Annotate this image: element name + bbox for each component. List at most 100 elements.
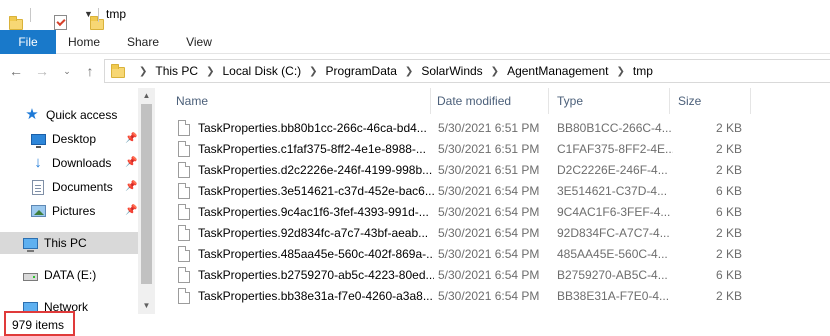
forward-arrow-icon[interactable]: → [32, 61, 52, 81]
scroll-up-icon[interactable]: ▲ [138, 88, 155, 104]
breadcrumb-chevron-icon[interactable]: ❯ [206, 66, 214, 77]
new-folder-icon[interactable] [90, 15, 104, 30]
pin-icon[interactable]: 📌 [125, 181, 137, 192]
file-date-modified: 5/30/2021 6:51 PM [438, 142, 540, 156]
sidebar-item-label: Pictures [52, 204, 96, 218]
sidebar-item-label: This PC [44, 236, 87, 250]
table-row[interactable]: TaskProperties.9c4ac1f6-3fef-4393-991d-.… [160, 202, 830, 223]
sidebar-item-label: Quick access [46, 108, 118, 122]
breadcrumb-tmp[interactable]: tmp [633, 64, 653, 78]
breadcrumb-agentmanagement[interactable]: AgentManagement [507, 64, 608, 78]
file-size: 2 KB [715, 289, 742, 303]
file-icon [178, 162, 190, 178]
file-name: TaskProperties.3e514621-c37d-452e-bac6..… [198, 184, 434, 198]
table-row[interactable]: TaskProperties.d2c2226e-246f-4199-998b..… [160, 160, 830, 181]
breadcrumb-chevron-icon[interactable]: ❯ [309, 66, 317, 77]
file-size: 2 KB [715, 163, 742, 177]
scroll-down-icon[interactable]: ▼ [138, 298, 155, 314]
download-arrow-icon: ↓ [34, 154, 42, 171]
file-type: 485AA45E-560C-4... [557, 247, 668, 261]
pin-icon[interactable]: 📌 [125, 133, 137, 144]
column-divider[interactable] [548, 88, 549, 114]
file-date-modified: 5/30/2021 6:54 PM [438, 184, 540, 198]
table-row[interactable]: TaskProperties.485aa45e-560c-402f-869a-.… [160, 244, 830, 265]
file-size: 6 KB [715, 268, 742, 282]
file-size: 2 KB [715, 121, 742, 135]
breadcrumb-solarwinds[interactable]: SolarWinds [421, 64, 482, 78]
recent-locations-chevron-icon[interactable]: ⌄ [60, 61, 74, 81]
item-count: 979 items [12, 318, 65, 332]
table-row[interactable]: TaskProperties.92d834fc-a7c7-43bf-aeab..… [160, 223, 830, 244]
address-bar[interactable]: ❯ This PC ❯ Local Disk (C:) ❯ ProgramDat… [104, 59, 830, 83]
navigation-pane-scrollbar[interactable]: ▲ ▼ [138, 88, 155, 314]
sidebar-item-pictures[interactable]: Pictures [30, 200, 95, 222]
scrollbar-thumb[interactable] [141, 104, 152, 284]
column-divider[interactable] [750, 88, 751, 114]
sidebar-item-label: Documents [52, 180, 113, 194]
breadcrumb-chevron-icon[interactable]: ❯ [405, 66, 413, 77]
folder-icon[interactable] [9, 15, 23, 30]
sidebar-item-desktop[interactable]: Desktop [30, 128, 96, 150]
file-icon [178, 288, 190, 304]
table-row[interactable]: TaskProperties.b2759270-ab5c-4223-80ed..… [160, 265, 830, 286]
sidebar-item-data-drive[interactable]: DATA (E:) [22, 264, 96, 286]
file-name: TaskProperties.c1faf375-8ff2-4e1e-8988-.… [198, 142, 426, 156]
up-arrow-icon[interactable]: ↑ [80, 61, 100, 81]
navigation-pane: ★ Quick access Desktop 📌 ↓ Downloads 📌 D… [0, 88, 156, 314]
breadcrumb-this-pc[interactable]: This PC [155, 64, 198, 78]
file-icon [178, 183, 190, 199]
sidebar-item-documents[interactable]: Documents [30, 176, 113, 198]
file-name: TaskProperties.bb80b1cc-266c-46ca-bd4... [198, 121, 427, 135]
file-type: C1FAF375-8FF2-4E... [557, 142, 673, 156]
sidebar-item-quick-access[interactable]: ★ Quick access [24, 104, 117, 126]
sidebar-item-label: Downloads [52, 156, 112, 170]
sidebar-item-downloads[interactable]: ↓ Downloads [30, 152, 111, 174]
star-icon: ★ [25, 106, 39, 123]
file-type: 92D834FC-A7C7-4... [557, 226, 670, 240]
breadcrumb-programdata[interactable]: ProgramData [326, 64, 397, 78]
computer-icon [22, 235, 38, 252]
tab-share[interactable]: Share [124, 30, 162, 54]
breadcrumb-local-disk[interactable]: Local Disk (C:) [222, 64, 301, 78]
column-divider[interactable] [669, 88, 670, 114]
properties-icon[interactable] [54, 14, 67, 30]
file-type: BB80B1CC-266C-4... [557, 121, 672, 135]
file-date-modified: 5/30/2021 6:54 PM [438, 247, 540, 261]
column-header-type[interactable]: Type [557, 88, 583, 114]
column-header-size[interactable]: Size [678, 88, 701, 114]
table-row[interactable]: TaskProperties.c1faf375-8ff2-4e1e-8988-.… [160, 139, 830, 160]
ribbon-tabs: File Home Share View [0, 30, 830, 54]
table-row[interactable]: TaskProperties.bb80b1cc-266c-46ca-bd4...… [160, 118, 830, 139]
file-type: 9C4AC1F6-3FEF-4... [557, 205, 671, 219]
file-date-modified: 5/30/2021 6:51 PM [438, 163, 540, 177]
file-date-modified: 5/30/2021 6:54 PM [438, 205, 540, 219]
customize-quick-access-dropdown-icon[interactable]: ▼ [84, 9, 93, 19]
tab-view[interactable]: View [182, 30, 216, 54]
file-icon [178, 246, 190, 262]
column-header-name[interactable]: Name [176, 88, 208, 114]
breadcrumb-chevron-icon[interactable]: ❯ [616, 66, 624, 77]
file-date-modified: 5/30/2021 6:54 PM [438, 226, 540, 240]
pictures-icon [30, 203, 46, 219]
file-size: 2 KB [715, 247, 742, 261]
tab-home[interactable]: Home [64, 30, 104, 54]
table-row[interactable]: TaskProperties.bb38e31a-f7e0-4260-a3a8..… [160, 286, 830, 307]
status-bar: 979 items [0, 311, 830, 336]
column-divider[interactable] [430, 88, 431, 114]
tab-file[interactable]: File [0, 30, 56, 54]
pin-icon[interactable]: 📌 [125, 205, 137, 216]
navigation-bar: ← → ⌄ ↑ ❯ This PC ❯ Local Disk (C:) ❯ Pr… [0, 55, 830, 87]
breadcrumb-chevron-icon[interactable]: ❯ [139, 66, 147, 77]
file-name: TaskProperties.b2759270-ab5c-4223-80ed..… [198, 268, 434, 282]
sidebar-item-this-pc[interactable]: This PC [0, 232, 138, 254]
column-header-date-modified[interactable]: Date modified [437, 88, 511, 114]
pin-icon[interactable]: 📌 [125, 157, 137, 168]
file-icon [178, 141, 190, 157]
file-name: TaskProperties.bb38e31a-f7e0-4260-a3a8..… [198, 289, 433, 303]
back-arrow-icon[interactable]: ← [6, 61, 26, 81]
table-row[interactable]: TaskProperties.3e514621-c37d-452e-bac6..… [160, 181, 830, 202]
breadcrumb-chevron-icon[interactable]: ❯ [491, 66, 499, 77]
file-size: 2 KB [715, 226, 742, 240]
file-list: Name ⌃ Date modified Type Size TaskPrope… [160, 88, 830, 314]
file-date-modified: 5/30/2021 6:54 PM [438, 268, 540, 282]
